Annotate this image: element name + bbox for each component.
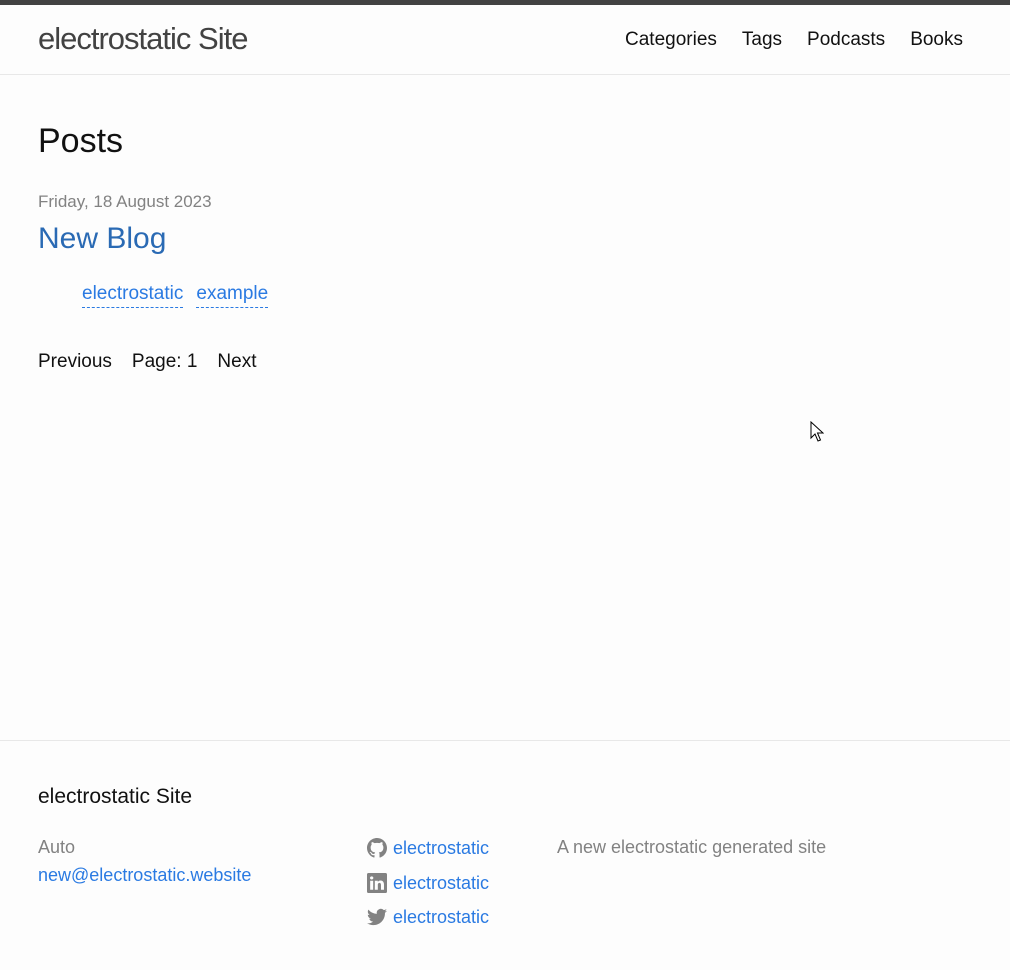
site-header: electrostatic Site Categories Tags Podca…	[0, 5, 1010, 75]
post-title-link[interactable]: New Blog	[38, 220, 166, 258]
github-link[interactable]: electrostatic	[367, 831, 489, 866]
mouse-cursor-icon	[810, 421, 824, 442]
previous-page-link[interactable]: Previous	[38, 349, 112, 375]
linkedin-link[interactable]: electrostatic	[367, 866, 489, 901]
site-footer: electrostatic Site Auto new@electrostati…	[0, 740, 1010, 970]
next-page-link[interactable]: Next	[217, 349, 256, 375]
tag-link-example[interactable]: example	[196, 281, 269, 308]
nav-books[interactable]: Books	[910, 27, 963, 53]
footer-social-links: electrostatic electrostatic electrostati…	[367, 831, 489, 935]
nav-tags[interactable]: Tags	[742, 27, 782, 53]
nav-categories[interactable]: Categories	[625, 27, 717, 53]
linkedin-icon	[367, 872, 387, 893]
footer-contact: Auto new@electrostatic.website	[38, 833, 251, 889]
github-icon	[367, 838, 387, 858]
nav-podcasts[interactable]: Podcasts	[807, 27, 885, 53]
post-tag-list: electrostatic example	[82, 281, 269, 308]
footer-heading: electrostatic Site	[38, 785, 193, 808]
email-link[interactable]: new@electrostatic.website	[38, 861, 251, 889]
site-title-link[interactable]: electrostatic Site	[38, 19, 248, 59]
pagination: Previous Page: 1 Next	[38, 349, 257, 375]
linkedin-username: electrostatic	[393, 872, 490, 893]
author-name: Auto	[38, 837, 76, 857]
tag-link-electrostatic[interactable]: electrostatic	[82, 281, 184, 308]
site-description: A new electrostatic generated site	[557, 837, 827, 857]
twitter-icon	[367, 909, 387, 926]
main-nav: Categories Tags Podcasts Books	[625, 27, 963, 53]
page-title: Posts	[38, 122, 124, 160]
twitter-username: electrostatic	[393, 907, 490, 927]
github-username: electrostatic	[393, 838, 490, 858]
page-indicator: Page: 1	[131, 351, 198, 372]
post-date: Friday, 18 August 2023	[38, 192, 212, 211]
twitter-link[interactable]: electrostatic	[367, 900, 489, 935]
